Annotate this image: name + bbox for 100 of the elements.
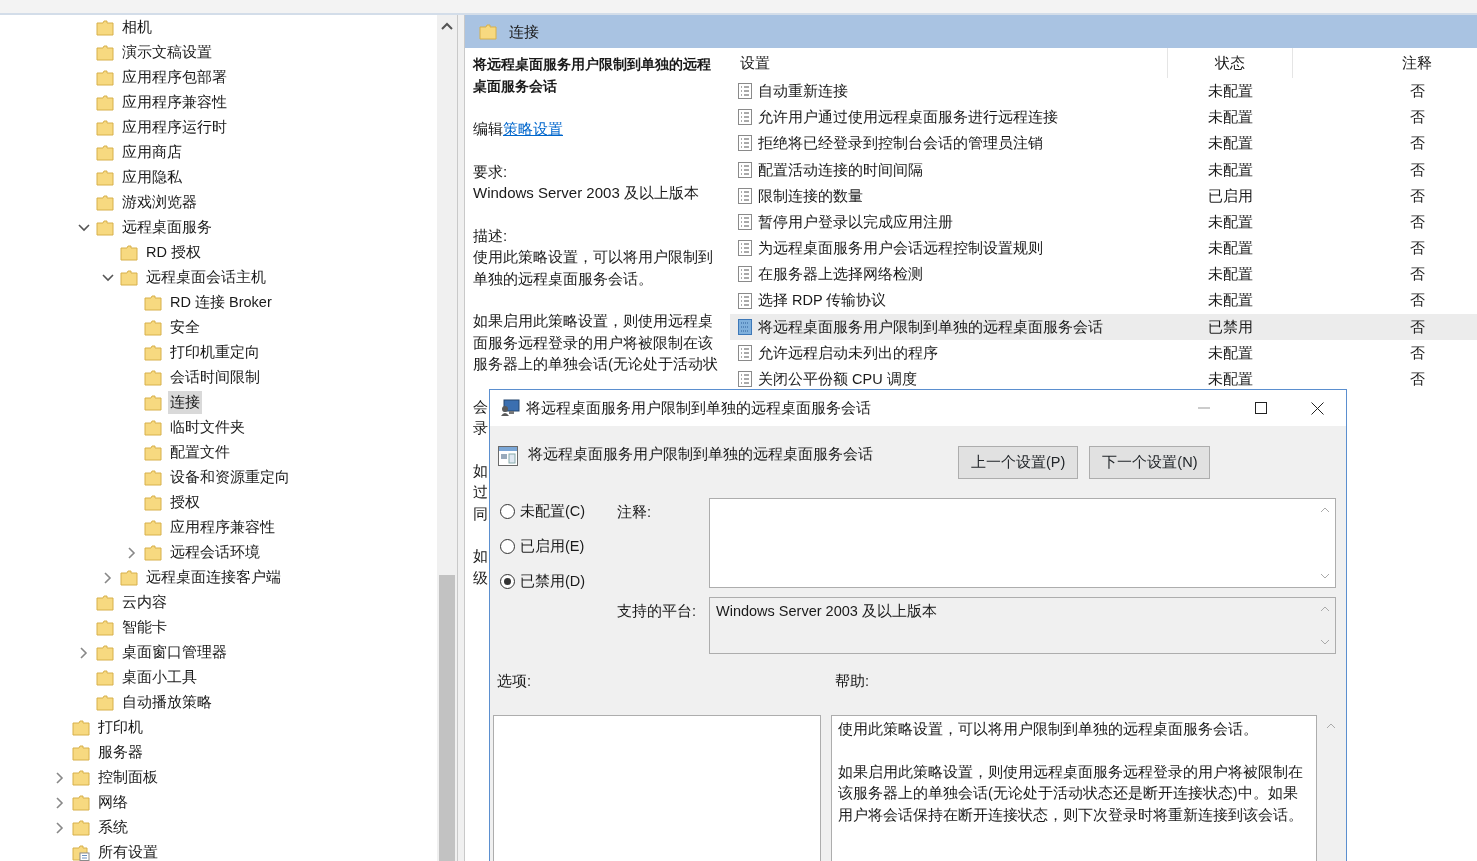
tree-item[interactable]: 临时文件夹 xyxy=(168,416,247,439)
chevron-down-icon[interactable] xyxy=(78,223,90,232)
text-fragment: 如 xyxy=(473,461,488,479)
scroll-down-icon[interactable] xyxy=(1320,639,1330,645)
tree-item[interactable]: 远程会话环境 xyxy=(168,541,262,564)
comment-label: 注释: xyxy=(617,503,653,522)
settings-row[interactable]: 暂停用户登录以完成应用注册 未配置 否 xyxy=(730,208,1477,236)
tree-item[interactable]: 网络 xyxy=(96,791,130,814)
settings-row[interactable]: 自动重新连接 未配置 否 xyxy=(730,78,1477,105)
column-header[interactable]: 注释 xyxy=(1293,48,1477,78)
tree-item[interactable]: 桌面小工具 xyxy=(120,666,199,689)
policy-title: 将远程桌面服务用户限制到单独的远程桌面服务会话 xyxy=(473,55,712,96)
settings-row[interactable]: 配置活动连接的时间间隔 未配置 否 xyxy=(730,156,1477,183)
tree-item[interactable]: 连接 xyxy=(168,391,202,414)
tree-item[interactable]: 桌面窗口管理器 xyxy=(120,641,229,664)
chevron-right-icon[interactable] xyxy=(56,821,64,834)
policy-settings-link[interactable]: 策略设置 xyxy=(503,120,563,137)
nav-button[interactable]: 上一个设置(P) xyxy=(958,446,1079,479)
help-text: 如果启用此策略设置，则使用远程桌面服务远程登录的用户将被限制在该服务器上的单独会话(无论处于活动状态还是断开连接状态)中。如果用户将会话保持在断开连接状态，则下次登录时将重新连接到该会话。 xyxy=(838,762,1304,825)
tree-item[interactable]: 相机 xyxy=(120,16,154,39)
policy-icon xyxy=(738,135,752,152)
setting-name: 限制连接的数量 xyxy=(758,186,863,206)
radio-button[interactable] xyxy=(500,539,515,554)
settings-row[interactable]: 允许远程启动未列出的程序 未配置 否 xyxy=(730,339,1477,367)
tree-item[interactable]: 服务器 xyxy=(96,741,145,764)
folder-icon xyxy=(96,94,114,111)
tree-item[interactable]: 演示文稿设置 xyxy=(120,41,214,64)
description-label: 描述: xyxy=(473,225,509,246)
chevron-right-icon[interactable] xyxy=(128,546,136,559)
comment-field[interactable] xyxy=(709,498,1336,588)
settings-row[interactable]: 拒绝将已经登录到控制台会话的管理员注销 未配置 否 xyxy=(730,130,1477,157)
tree-item[interactable]: 应用隐私 xyxy=(120,166,184,189)
nav-button[interactable]: 下一个设置(N) xyxy=(1089,446,1211,479)
tree-item[interactable]: RD 连接 Broker xyxy=(168,291,274,314)
tree-item[interactable]: 应用程序包部署 xyxy=(120,66,229,89)
settings-row[interactable]: 将远程桌面服务用户限制到单独的远程桌面服务会话 已禁用 否 xyxy=(730,313,1477,340)
chevron-right-icon[interactable] xyxy=(80,646,88,659)
tree-item[interactable]: 游戏浏览器 xyxy=(120,191,199,214)
tree-item[interactable]: 自动播放策略 xyxy=(120,691,214,714)
chevron-down-icon[interactable] xyxy=(102,273,114,282)
folder-icon xyxy=(144,419,162,436)
settings-row[interactable]: 在服务器上选择网络检测 未配置 否 xyxy=(730,261,1477,288)
tree-item[interactable]: 打印机 xyxy=(96,716,145,739)
tree-item[interactable]: 智能卡 xyxy=(120,616,169,639)
policy-icon xyxy=(738,344,752,361)
settings-row[interactable]: 允许用户通过使用远程桌面服务进行远程连接 未配置 否 xyxy=(730,104,1477,131)
tree-item[interactable]: 设备和资源重定向 xyxy=(168,466,292,489)
tree-item[interactable]: 应用程序兼容性 xyxy=(120,91,229,114)
radio-button[interactable] xyxy=(500,574,515,589)
radio-label[interactable]: 未配置(C) xyxy=(520,501,586,522)
policy-icon xyxy=(738,161,752,178)
text-fragment: 如 xyxy=(473,547,488,564)
settings-row[interactable]: 限制连接的数量 已启用 否 xyxy=(730,182,1477,209)
help-text: 使用此策略设置，可以将用户限制到单独的远程桌面服务会话。 xyxy=(838,720,1259,739)
setting-state: 已启用 xyxy=(1207,186,1254,206)
settings-row[interactable]: 为远程桌面服务用户会话远程控制设置规则 未配置 否 xyxy=(730,235,1477,262)
tree-item[interactable]: 应用程序兼容性 xyxy=(168,516,277,539)
tree-item[interactable]: 会话时间限制 xyxy=(168,366,262,389)
scrollbar-thumb[interactable] xyxy=(439,575,455,861)
tree-item[interactable]: 远程桌面连接客户端 xyxy=(144,566,283,589)
radio-label[interactable]: 已禁用(D) xyxy=(520,571,586,592)
tree-item[interactable]: 系统 xyxy=(96,816,130,839)
chevron-right-icon[interactable] xyxy=(56,771,64,784)
tree-item[interactable]: 控制面板 xyxy=(96,766,160,789)
column-header[interactable]: 状态 xyxy=(1168,48,1293,78)
chevron-right-icon[interactable] xyxy=(104,571,112,584)
description-text: 使用此策略设置，可以将用户限制到单独的远程桌面服务会话。 xyxy=(473,247,714,289)
chevron-right-icon[interactable] xyxy=(56,796,64,809)
column-header[interactable]: 设置 xyxy=(730,48,1168,78)
setting-state: 未配置 xyxy=(1207,239,1254,259)
setting-state: 未配置 xyxy=(1207,108,1254,128)
scroll-up-icon[interactable] xyxy=(441,22,453,30)
policy-window-icon xyxy=(498,446,518,466)
setting-comment: 否 xyxy=(1408,239,1426,259)
folder-icon xyxy=(72,794,90,811)
setting-state: 未配置 xyxy=(1207,265,1254,285)
scrollbar[interactable] xyxy=(437,15,457,861)
text-fragment: 过 xyxy=(473,483,488,500)
minimize-icon xyxy=(1197,407,1210,409)
settings-row[interactable]: 关闭公平份额 CPU 调度 未配置 否 xyxy=(730,366,1477,388)
setting-name: 允许远程启动未列出的程序 xyxy=(758,343,938,363)
tree-item[interactable]: 安全 xyxy=(168,316,202,339)
folder-icon xyxy=(96,619,114,636)
tree-item[interactable]: RD 授权 xyxy=(144,241,203,264)
tree-item[interactable]: 远程桌面会话主机 xyxy=(144,266,268,289)
text-fragment: 同 xyxy=(473,504,488,522)
tree-item[interactable]: 远程桌面服务 xyxy=(120,216,214,239)
tree-item[interactable]: 应用程序运行时 xyxy=(120,116,229,139)
tree-item[interactable]: 所有设置 xyxy=(96,841,160,861)
radio-button[interactable] xyxy=(500,504,515,519)
tree-item[interactable]: 配置文件 xyxy=(168,441,232,464)
tree-item[interactable]: 打印机重定向 xyxy=(168,341,262,364)
policy-icon xyxy=(738,292,752,309)
radio-label[interactable]: 已启用(E) xyxy=(520,536,585,557)
folder-icon xyxy=(144,344,162,361)
settings-row[interactable]: 选择 RDP 传输协议 未配置 否 xyxy=(730,287,1477,314)
tree-item[interactable]: 授权 xyxy=(168,491,202,514)
scroll-down-icon[interactable] xyxy=(1320,573,1330,579)
tree-item[interactable]: 云内容 xyxy=(120,591,169,614)
tree-item[interactable]: 应用商店 xyxy=(120,141,184,164)
